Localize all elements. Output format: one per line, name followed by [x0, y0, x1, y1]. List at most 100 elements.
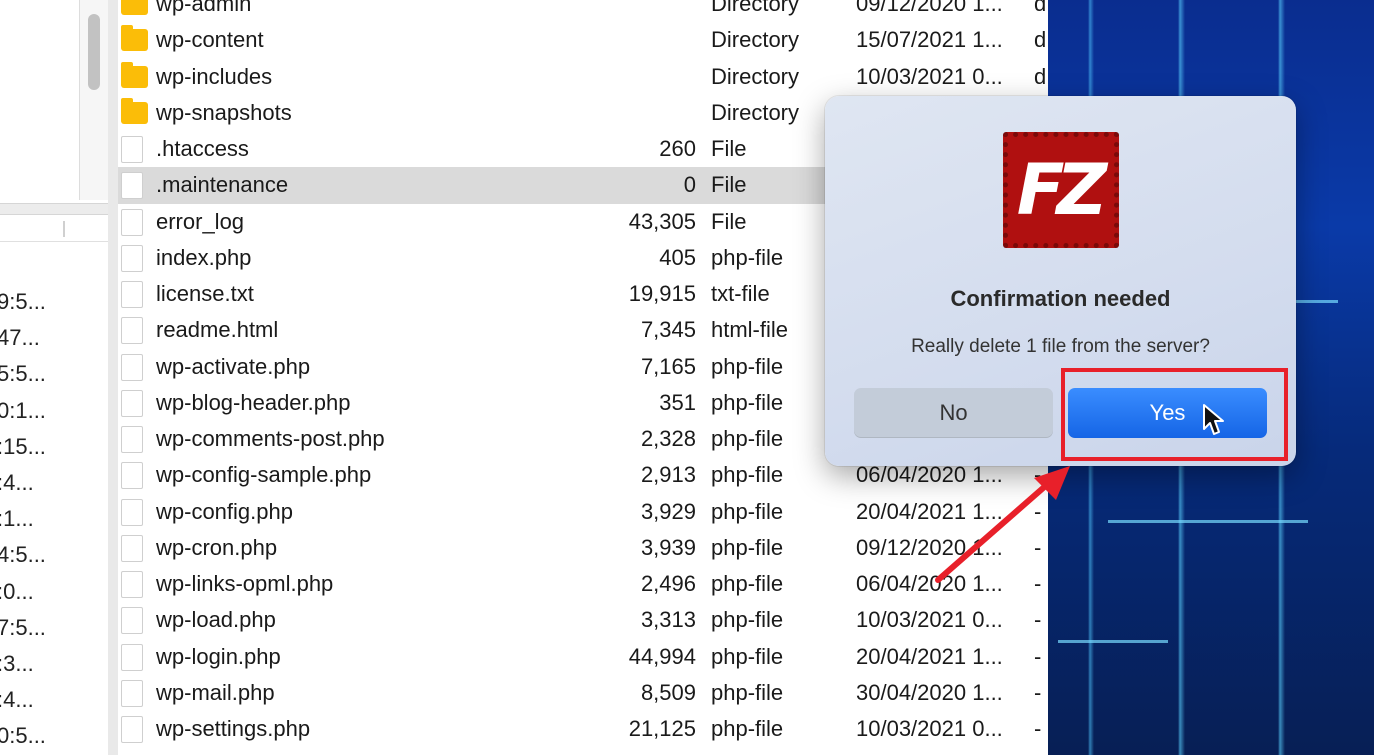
local-file-list[interactable]: 9:5... 47... 5:5... 0:1...:15...:4...:1... 4… [0, 284, 108, 754]
file-modified-date: 20/04/2021 1... [856, 643, 1003, 669]
column-separator[interactable] [63, 221, 65, 237]
local-tree-scrollbar[interactable] [88, 14, 100, 90]
file-name: wp-comments-post.php [156, 426, 385, 451]
file-type: php-file [711, 679, 784, 705]
file-row[interactable]: wp-config.php 3,929 php-file 20/04/2021 1..… [118, 494, 1048, 530]
local-list-cell[interactable]: :4... [0, 682, 108, 718]
local-list-cell[interactable]: 9:5... [0, 284, 108, 320]
file-name: wp-content [156, 27, 264, 53]
file-permissions: d [1034, 27, 1047, 53]
file-size: 260 [659, 136, 696, 161]
file-modified-date: 15/07/2021 1... [856, 27, 1003, 53]
file-row[interactable]: wp-content Directory 15/07/2021 1... d [118, 22, 1048, 58]
folder-icon [121, 61, 148, 88]
wallpaper-light-beam [1058, 640, 1168, 643]
file-icon [121, 281, 143, 308]
file-name: wp-links-opml.php [156, 571, 334, 596]
local-list-cell[interactable]: :1... [0, 501, 108, 537]
local-list-cell[interactable]: :0... [0, 574, 108, 610]
file-name: license.txt [156, 281, 254, 306]
file-type: php-file [711, 607, 784, 633]
file-type: php-file [711, 643, 784, 669]
file-permissions: d [1034, 63, 1047, 89]
file-modified-date: 30/04/2020 1... [856, 679, 1003, 705]
local-list-cell[interactable]: 7:5... [0, 610, 108, 646]
file-row[interactable]: wp-admin Directory 09/12/2020 1... d [118, 0, 1048, 22]
wallpaper-light-beam [1108, 520, 1308, 523]
file-icon [121, 389, 143, 417]
local-list-cell[interactable]: :3... [0, 646, 108, 682]
mouse-pointer-icon [1203, 404, 1224, 435]
local-list-cell[interactable]: 4:5... [0, 537, 108, 573]
pane-divider[interactable] [108, 0, 118, 755]
file-name: wp-load.php [156, 607, 276, 633]
file-modified-date: 10/03/2021 0... [856, 716, 1003, 741]
file-icon [121, 643, 143, 671]
file-name: wp-blog-header.php [156, 389, 351, 415]
file-type: Directory [711, 27, 800, 53]
file-icon [121, 317, 143, 345]
file-permissions: - [1034, 607, 1042, 633]
file-name: wp-snapshots [156, 99, 292, 125]
logo-text: FZ [1016, 149, 1108, 231]
file-size: 8,509 [640, 679, 696, 705]
file-type: php-file [711, 498, 784, 524]
local-tree-list[interactable] [0, 0, 80, 200]
file-permissions: d [1034, 0, 1047, 16]
local-list-cell[interactable]: 47... [0, 320, 108, 356]
file-name: .htaccess [156, 136, 249, 161]
file-type: php-file [711, 534, 784, 560]
file-icon [121, 244, 143, 272]
file-icon [121, 208, 143, 236]
file-type: php-file [711, 571, 784, 596]
file-name: index.php [156, 244, 252, 270]
local-list-cell[interactable]: 0:5... [0, 718, 108, 754]
file-size: 7,165 [640, 353, 696, 379]
local-list-cell[interactable]: :15... [0, 429, 108, 465]
local-list-cell[interactable]: 0:1... [0, 393, 108, 429]
file-size: 7,345 [640, 317, 696, 343]
file-row[interactable]: wp-load.php 3,313 php-file 10/03/2021 0... - [118, 602, 1048, 638]
file-name: readme.html [156, 317, 279, 343]
file-name: wp-activate.php [156, 353, 311, 379]
file-name: wp-settings.php [156, 716, 311, 741]
file-name: .maintenance [156, 172, 289, 198]
file-name: wp-config.php [156, 498, 293, 524]
file-icon [121, 571, 143, 598]
local-tree-pane [0, 0, 108, 200]
file-type: Directory [711, 0, 800, 16]
local-list-cell[interactable]: 5:5... [0, 356, 108, 392]
file-icon [121, 498, 143, 526]
local-list-header [0, 216, 108, 242]
file-icon [121, 462, 143, 490]
file-modified-date: 10/03/2021 0... [856, 607, 1003, 633]
file-modified-date: 09/12/2020 1... [856, 0, 1003, 16]
file-icon [121, 679, 143, 707]
file-size: 3,929 [640, 498, 696, 524]
file-row[interactable]: wp-links-opml.php 2,496 php-file 06/04/2020… [118, 566, 1048, 602]
file-name: error_log [156, 208, 245, 234]
file-type: Directory [711, 63, 800, 89]
file-name: wp-includes [156, 63, 273, 89]
file-icon [121, 172, 143, 200]
folder-icon [121, 25, 148, 52]
file-size: 2,328 [640, 426, 696, 451]
no-button[interactable]: No [854, 388, 1053, 438]
file-size: 351 [659, 389, 696, 415]
file-size: 43,305 [628, 208, 696, 234]
file-size: 405 [659, 244, 696, 270]
file-modified-date: 10/03/2021 0... [856, 63, 1003, 89]
file-size: 0 [683, 172, 696, 198]
yes-button-highlight-box [1061, 368, 1288, 461]
file-row[interactable]: wp-cron.php 3,939 php-file 09/12/2020 1... - [118, 530, 1048, 566]
file-row[interactable]: wp-includes Directory 10/03/2021 0... d [118, 59, 1048, 95]
file-row[interactable]: wp-mail.php 8,509 php-file 30/04/2020 1... - [118, 675, 1048, 711]
file-row[interactable]: wp-login.php 44,994 php-file 20/04/2021 1..… [118, 639, 1048, 675]
file-name: wp-login.php [156, 643, 281, 669]
file-icon [121, 607, 143, 635]
pane-splitter[interactable] [0, 203, 108, 215]
file-icon [121, 716, 143, 743]
file-icon [121, 534, 143, 562]
local-list-cell[interactable]: :4... [0, 465, 108, 501]
file-row[interactable]: wp-settings.php 21,125 php-file 10/03/2021 … [118, 711, 1048, 747]
